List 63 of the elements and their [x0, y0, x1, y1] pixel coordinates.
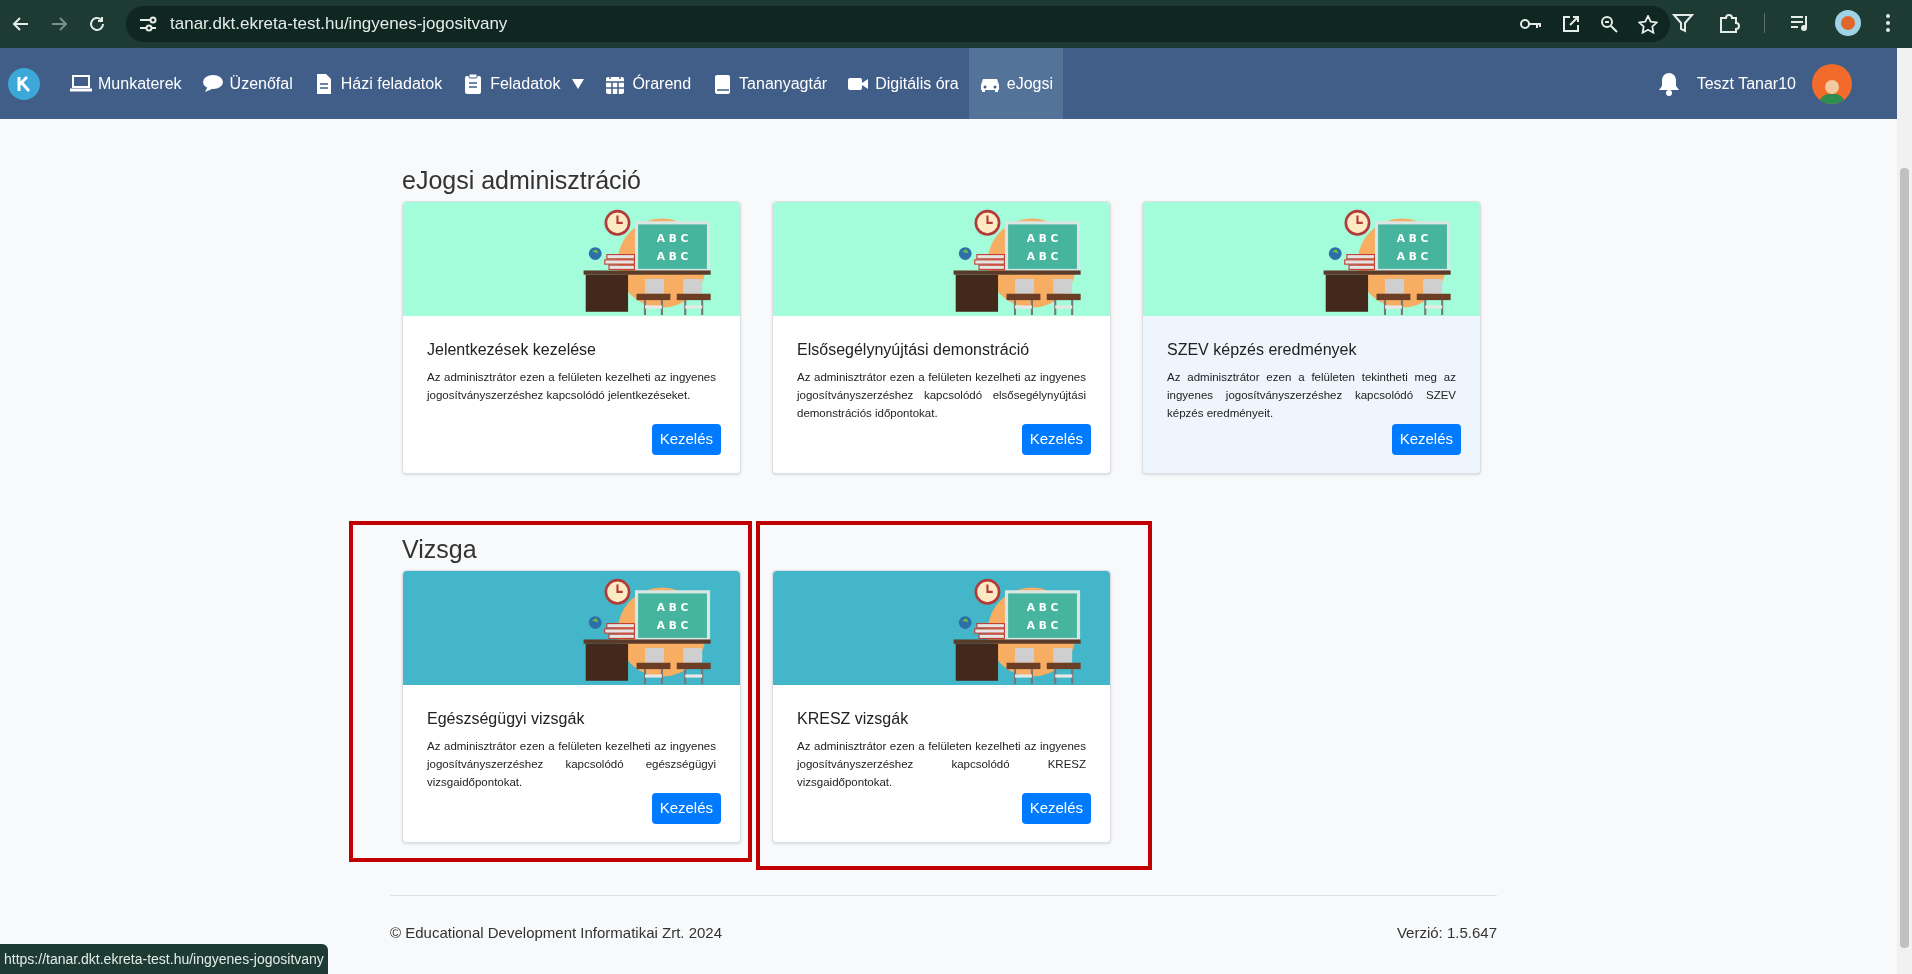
card-description: Az adminisztrátor ezen a felületen kezelheti az ingyenes jogosítványszerzéshez kapcsolódó elsősegélynyújtási demonstrációs időpontokat. [797, 370, 1086, 421]
logo-icon[interactable] [8, 67, 40, 100]
nav-item[interactable]: Feladatok [452, 48, 595, 119]
nav-item[interactable]: Üzenőfal [191, 48, 303, 119]
url-text: tanar.dkt.ekreta-test.hu/ingyenes-jogositvany [170, 13, 508, 36]
card[interactable]: A B C A B C Egészségügyi vizsgák Az adminisztrátor ezen a felületen kezelheti az ingyenes jogosítványszerzéshez kapcsolódó egészségügyi vizsgaidőpontokat. Kezelés [402, 570, 741, 843]
nav-item[interactable]: Munkaterek [60, 48, 192, 119]
user-avatar[interactable] [1812, 63, 1852, 104]
card[interactable]: A B C A B C Elsősegélynyújtási demonstráció Az adminisztrátor ezen a felületen kezelheti az ingyenes jogosítványszerzéshez kapcsolódó elsősegélynyújtási demonstrációs időpontokat. Kezelés [772, 201, 1111, 474]
chalkboard-text: A B C [656, 618, 689, 631]
speech-bubble-icon [201, 72, 224, 95]
chalkboard-text: A B C [656, 600, 689, 613]
chalkboard-text: A B C [656, 231, 689, 244]
nav-item[interactable]: Órarend [594, 48, 702, 119]
profile-avatar[interactable] [1835, 10, 1861, 36]
version-text: Verzió: 1.5.647 [1396, 923, 1497, 943]
card-description: Az adminisztrátor ezen a felületen tekintheti meg az ingyenes jogosítványszerzéshez kapcsolódó SZEV képzés eredményeit. [1167, 370, 1456, 421]
chalkboard-text: A B C [1026, 618, 1059, 631]
notification-bell-icon[interactable] [1656, 70, 1681, 97]
card-description: Az adminisztrátor ezen a felületen kezelheti az ingyenes jogosítványszerzéshez kapcsolódó KRESZ vizsgaidőpontokat. [797, 739, 1086, 790]
nav-item[interactable]: Digitális óra [837, 48, 969, 119]
key-icon[interactable] [1520, 17, 1542, 31]
open-external-icon[interactable] [1562, 15, 1580, 33]
laptop-icon [70, 72, 92, 95]
copyright-text: © Educational Development Informatikai Zrt. 2024 [390, 923, 723, 943]
menu-icon[interactable] [1885, 13, 1891, 33]
nav-item[interactable]: eJogsi [968, 48, 1063, 119]
reload-icon[interactable] [88, 15, 106, 33]
zoom-icon[interactable] [1600, 15, 1618, 33]
chalkboard-text: A B C [1396, 249, 1429, 262]
forward-icon[interactable] [50, 15, 68, 33]
user-name[interactable]: Teszt Tanar10 [1696, 71, 1796, 96]
card[interactable]: A B C A B C KRESZ vizsgák Az adminisztrátor ezen a felületen kezelheti az ingyenes jogosítványszerzéshez kapcsolódó KRESZ vizsgaidőpontokat. Kezelés [772, 570, 1111, 843]
card-title: Jelentkezések kezelése [427, 340, 597, 360]
address-bar[interactable]: tanar.dkt.ekreta-test.hu/ingyenes-jogositvany [126, 6, 1670, 42]
back-icon[interactable] [12, 15, 30, 33]
section-heading: eJogsi adminisztráció [402, 165, 642, 195]
manage-button[interactable]: Kezelés [1021, 793, 1091, 824]
site-info-icon[interactable] [138, 16, 158, 32]
card-title: KRESZ vizsgák [797, 709, 910, 729]
extensions-icon[interactable] [1718, 12, 1740, 34]
chalkboard-text: A B C [1396, 231, 1429, 244]
chalkboard-text: A B C [1026, 600, 1059, 613]
card-title: Elsősegélynyújtási demonstráció [797, 340, 1031, 360]
card-title: Egészségügyi vizsgák [427, 709, 586, 729]
card-description: Az adminisztrátor ezen a felületen kezelheti az ingyenes jogosítványszerzéshez kapcsolódó egészségügyi vizsgaidőpontokat. [427, 739, 716, 790]
status-url-tooltip: https://tanar.dkt.ekreta-test.hu/ingyenes-jogositvany [0, 944, 328, 974]
chalkboard-text: A B C [1026, 231, 1059, 244]
card-title: SZEV képzés eredmények [1167, 340, 1358, 360]
card[interactable]: A B C A B C SZEV képzés eredmények Az adminisztrátor ezen a felületen tekintheti meg az ingyenes jogosítványszerzéshez kapcsolódó SZEV képzés eredményeit. Kezelés [1142, 201, 1481, 474]
chalkboard-text: A B C [656, 249, 689, 262]
chalkboard-text: A B C [1026, 249, 1059, 262]
star-icon[interactable] [1638, 14, 1658, 34]
card-description: Az adminisztrátor ezen a felületen kezelheti az ingyenes jogosítványszerzéshez kapcsolódó jelentkezéseket. [427, 370, 716, 403]
manage-button[interactable]: Kezelés [1021, 424, 1091, 455]
nav-item[interactable]: Tananyagtár [701, 48, 838, 119]
section-heading: Vizsga [402, 534, 478, 564]
filter-icon[interactable] [1672, 12, 1694, 34]
manage-button[interactable]: Kezelés [651, 424, 721, 455]
manage-button[interactable]: Kezelés [651, 793, 721, 824]
card[interactable]: A B C A B C Jelentkezések kezelése Az adminisztrátor ezen a felületen kezelheti az ingyenes jogosítványszerzéshez kapcsolódó jelentkezéseket. Kezelés [402, 201, 741, 474]
manage-button[interactable]: Kezelés [1391, 424, 1461, 455]
nav-item[interactable]: Házi feladatok [302, 48, 453, 119]
